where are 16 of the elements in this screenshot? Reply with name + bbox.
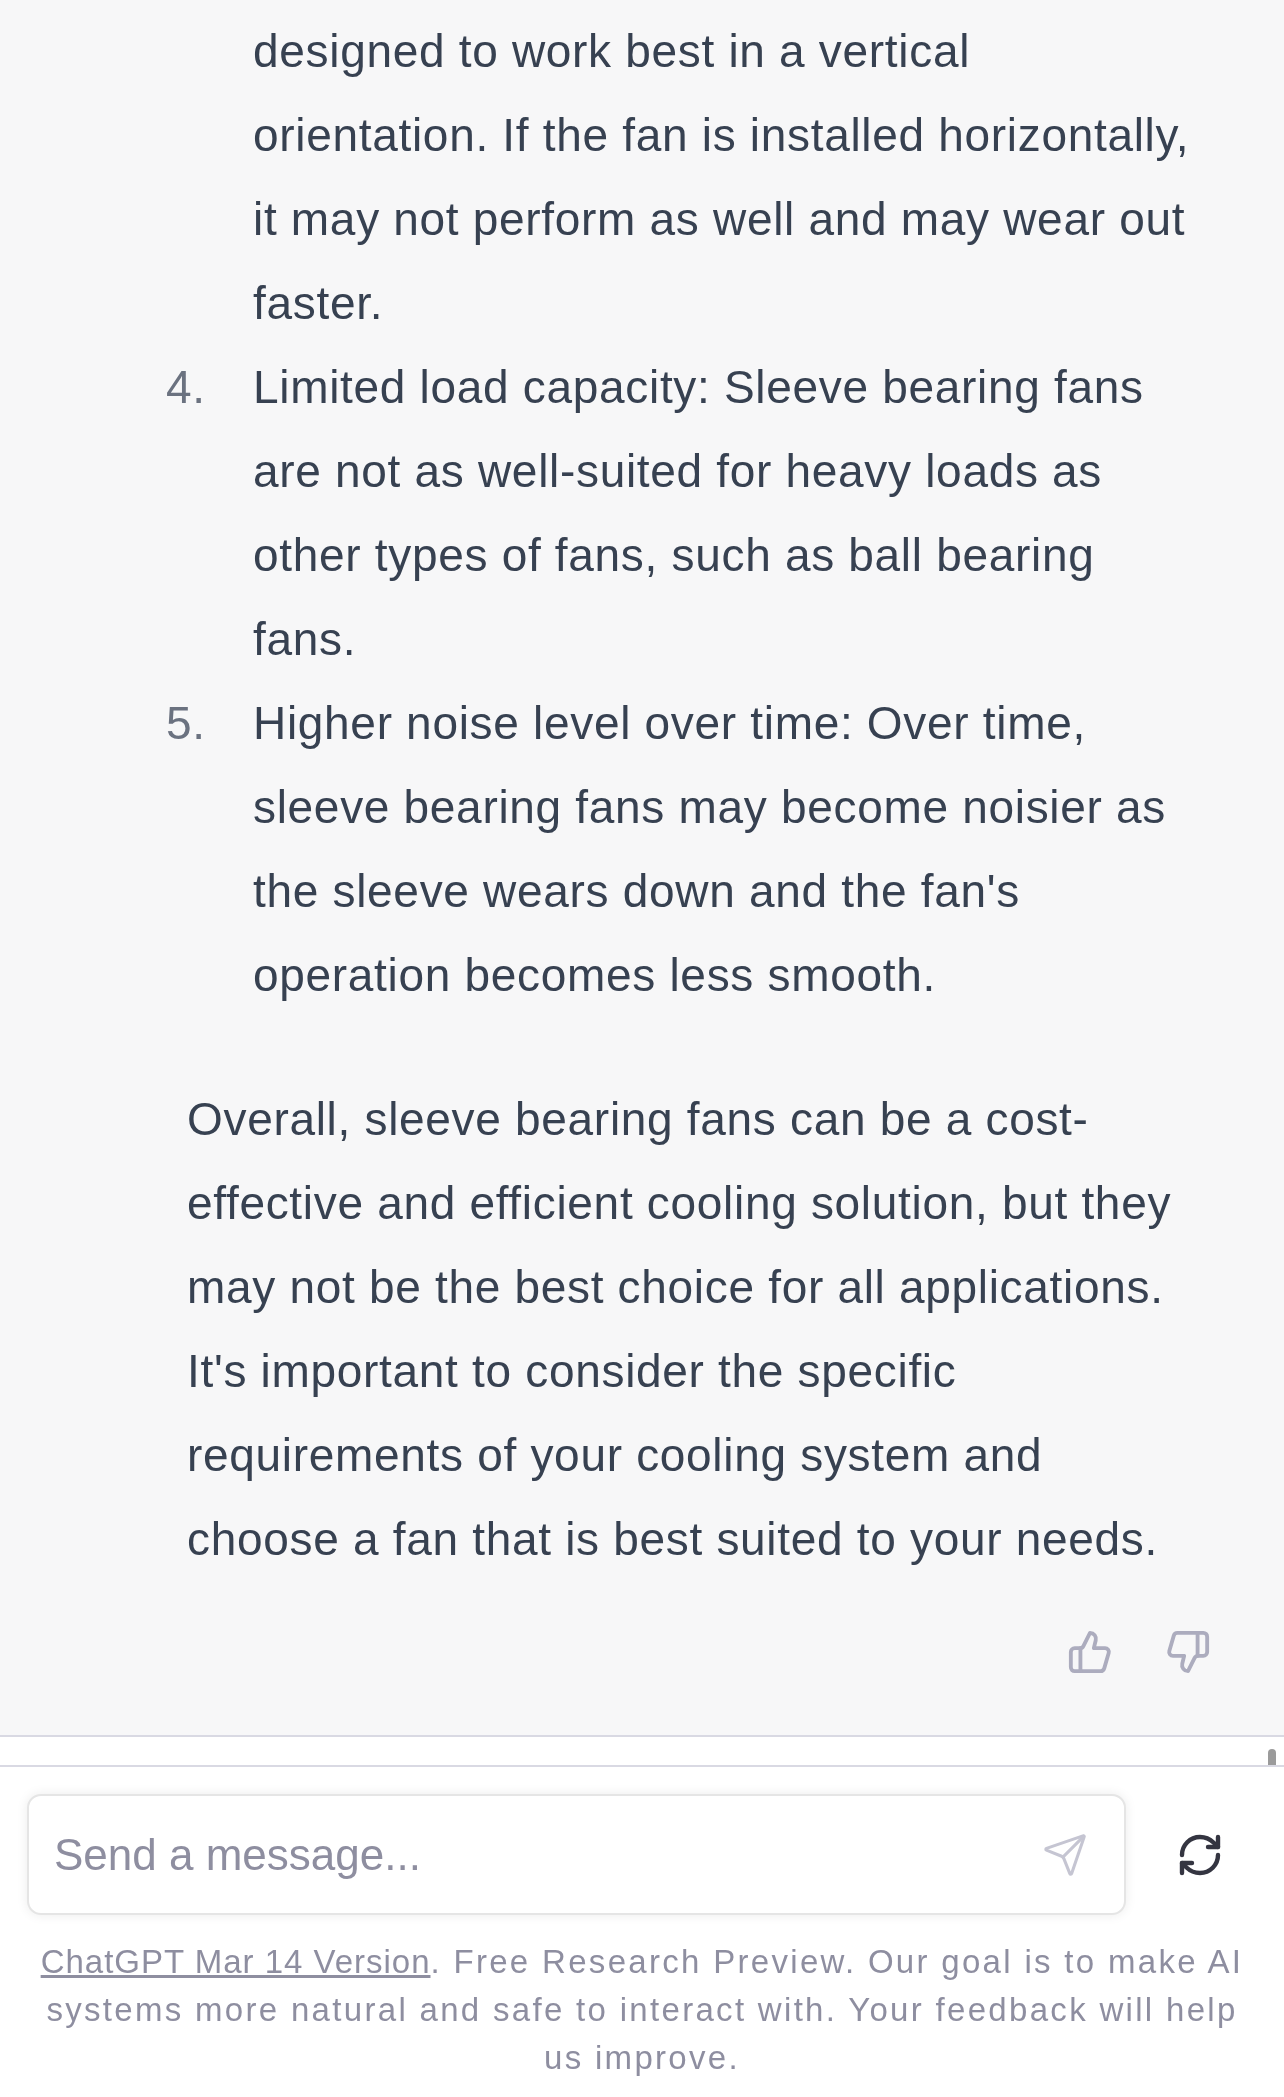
send-button[interactable] <box>1042 1832 1088 1878</box>
send-icon <box>1042 1832 1088 1878</box>
list-item-text: Higher noise level over time: Over time, sleeve bearing fans may become noisier as the sleeve wears down and the fan's operation becomes less smooth. <box>253 696 1167 1003</box>
list-item-text: designed to work best in a vertical orientation. If the fan is installed horizontally, it may not perform as well and may wear out faster. <box>253 24 1191 331</box>
list-item-text: Limited load capacity: Sleeve bearing fans are not as well-suited for heavy loads as other types of fans, such as ball bearing fans. <box>253 360 1145 667</box>
thumbs-up-icon <box>1067 1629 1113 1675</box>
list-number: 4. <box>166 360 207 415</box>
version-link[interactable]: ChatGPT Mar 14 Version <box>40 1943 431 1980</box>
thumbs-down-button[interactable] <box>1165 1629 1211 1675</box>
message-paragraph: Overall, sleeve bearing fans can be a cost-effective and efficient cooling solution, but they may not be the best choice for all applications. It's important to consider the specific requirements of your cooling system and choose a fan that is best suited to your needs. <box>187 1092 1173 1567</box>
list-number: 5. <box>166 696 207 751</box>
message-input[interactable]: Send a message... <box>27 1794 1126 1915</box>
footer-disclaimer: ChatGPT Mar 14 Version. Free Research Preview. Our goal is to make AI systems more natural and safe to interact with. Your feedback will help us improve. <box>39 1942 1245 2078</box>
thumbs-down-icon <box>1165 1629 1211 1675</box>
scrollbar-thumb <box>1268 1749 1276 1765</box>
thumbs-up-button[interactable] <box>1067 1629 1113 1675</box>
